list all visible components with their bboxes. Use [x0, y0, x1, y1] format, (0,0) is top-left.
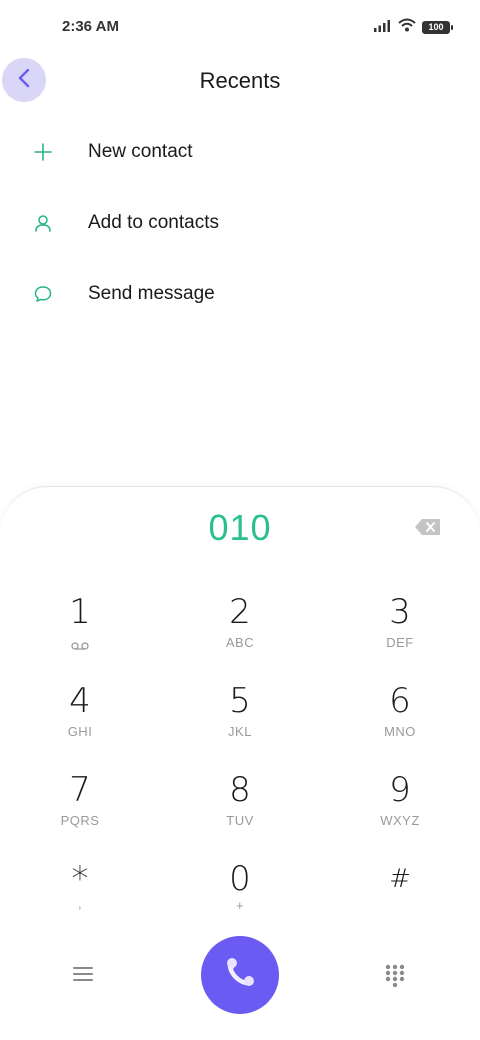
phone-icon: [220, 953, 260, 998]
hamburger-icon: [72, 967, 94, 987]
menu-button[interactable]: [72, 965, 98, 987]
key-3-digit: 3: [389, 592, 411, 632]
key-hash[interactable]: #: [340, 862, 460, 942]
send-message-label: Send message: [88, 282, 215, 304]
key-9-digit: 9: [389, 770, 411, 810]
call-button[interactable]: [201, 936, 279, 1014]
key-1-digit: 1: [69, 592, 91, 632]
new-contact-item[interactable]: New contact: [0, 116, 480, 187]
status-bar: 2:36 AM 100: [0, 0, 480, 56]
plus-icon: [32, 141, 54, 163]
key-6-letters: MNO: [384, 724, 416, 739]
key-8-digit: 8: [229, 770, 251, 810]
key-3-letters: DEF: [386, 635, 414, 650]
key-2-digit: 2: [229, 592, 251, 632]
key-7[interactable]: 7 PQRS: [20, 773, 140, 853]
battery-level: 100: [428, 22, 444, 32]
key-0[interactable]: 0 +: [180, 862, 300, 942]
new-contact-label: New contact: [88, 140, 193, 162]
signal-icon: [374, 19, 392, 37]
key-star[interactable]: * ,: [20, 862, 140, 942]
key-5-digit: 5: [229, 681, 251, 721]
voicemail-icon: [71, 637, 89, 655]
key-star-letters: ,: [77, 896, 83, 911]
key-7-digit: 7: [69, 770, 91, 810]
key-2-letters: ABC: [225, 635, 255, 650]
key-2[interactable]: 2 ABC: [180, 595, 300, 675]
dialpad-grid-icon: [384, 964, 406, 991]
key-5-letters: JKL: [228, 724, 252, 739]
key-4[interactable]: 4 GHI: [20, 684, 140, 764]
key-1[interactable]: 1: [20, 595, 140, 675]
key-0-digit: 0: [229, 859, 251, 899]
dialpad-toggle-button[interactable]: [384, 963, 406, 988]
key-5[interactable]: 5 JKL: [180, 684, 300, 764]
dialer-bottom-bar: [0, 935, 480, 1015]
header: Recents: [0, 56, 480, 108]
key-0-letters: +: [235, 898, 245, 913]
send-message-item[interactable]: Send message: [0, 258, 480, 329]
add-to-contacts-item[interactable]: Add to contacts: [0, 187, 480, 258]
action-list: New contact Add to contacts Send message: [0, 116, 480, 329]
key-3[interactable]: 3 DEF: [340, 595, 460, 675]
key-9[interactable]: 9 WXYZ: [340, 773, 460, 853]
key-star-digit: *: [71, 859, 89, 899]
backspace-button[interactable]: [414, 517, 442, 537]
key-4-letters: GHI: [67, 724, 93, 739]
key-6[interactable]: 6 MNO: [340, 684, 460, 764]
dialed-number[interactable]: 010: [0, 507, 480, 549]
key-4-digit: 4: [69, 681, 91, 721]
message-icon: [32, 283, 54, 305]
key-hash-digit: #: [389, 864, 411, 894]
battery-icon: 100: [422, 21, 453, 34]
status-time: 2:36 AM: [62, 18, 119, 35]
wifi-icon: [398, 18, 416, 37]
person-icon: [32, 212, 54, 234]
backspace-icon: [414, 519, 442, 541]
key-6-digit: 6: [389, 681, 411, 721]
dialpad-panel: 010 1 2 ABC 3 DEF 4 GHI 5 JKL 6 MNO 7 PQ…: [0, 486, 480, 1040]
key-8-letters: TUV: [226, 813, 254, 828]
page-title: Recents: [199, 68, 281, 93]
add-to-contacts-label: Add to contacts: [88, 211, 219, 233]
key-8[interactable]: 8 TUV: [180, 773, 300, 853]
status-icons: 100: [374, 18, 453, 37]
key-7-letters: PQRS: [60, 813, 100, 828]
key-9-letters: WXYZ: [380, 813, 420, 828]
